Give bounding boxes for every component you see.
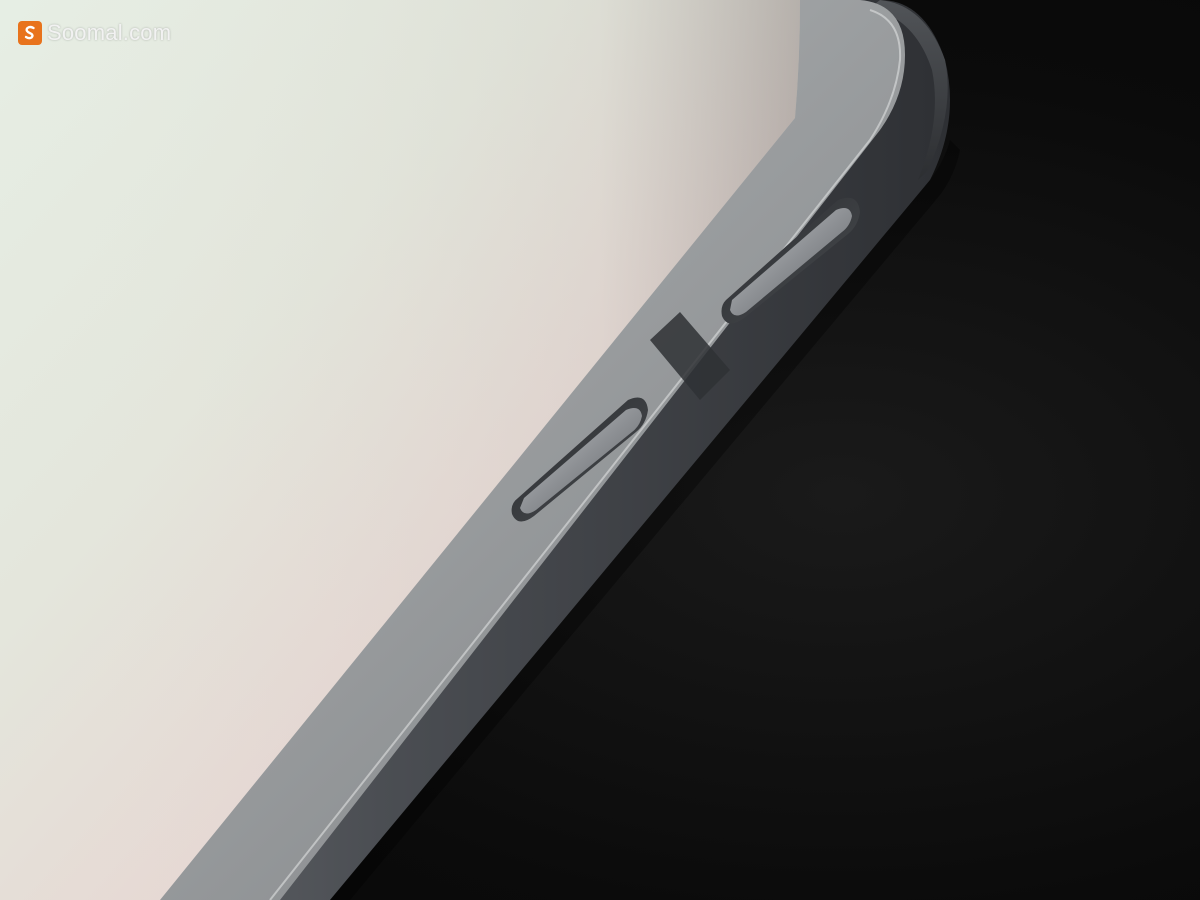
tablet-scene bbox=[0, 0, 960, 900]
soomal-logo-icon bbox=[18, 21, 42, 45]
product-photo: Soomal.com bbox=[0, 0, 1200, 900]
watermark: Soomal.com bbox=[18, 18, 171, 48]
watermark-text: Soomal.com bbox=[47, 20, 172, 45]
